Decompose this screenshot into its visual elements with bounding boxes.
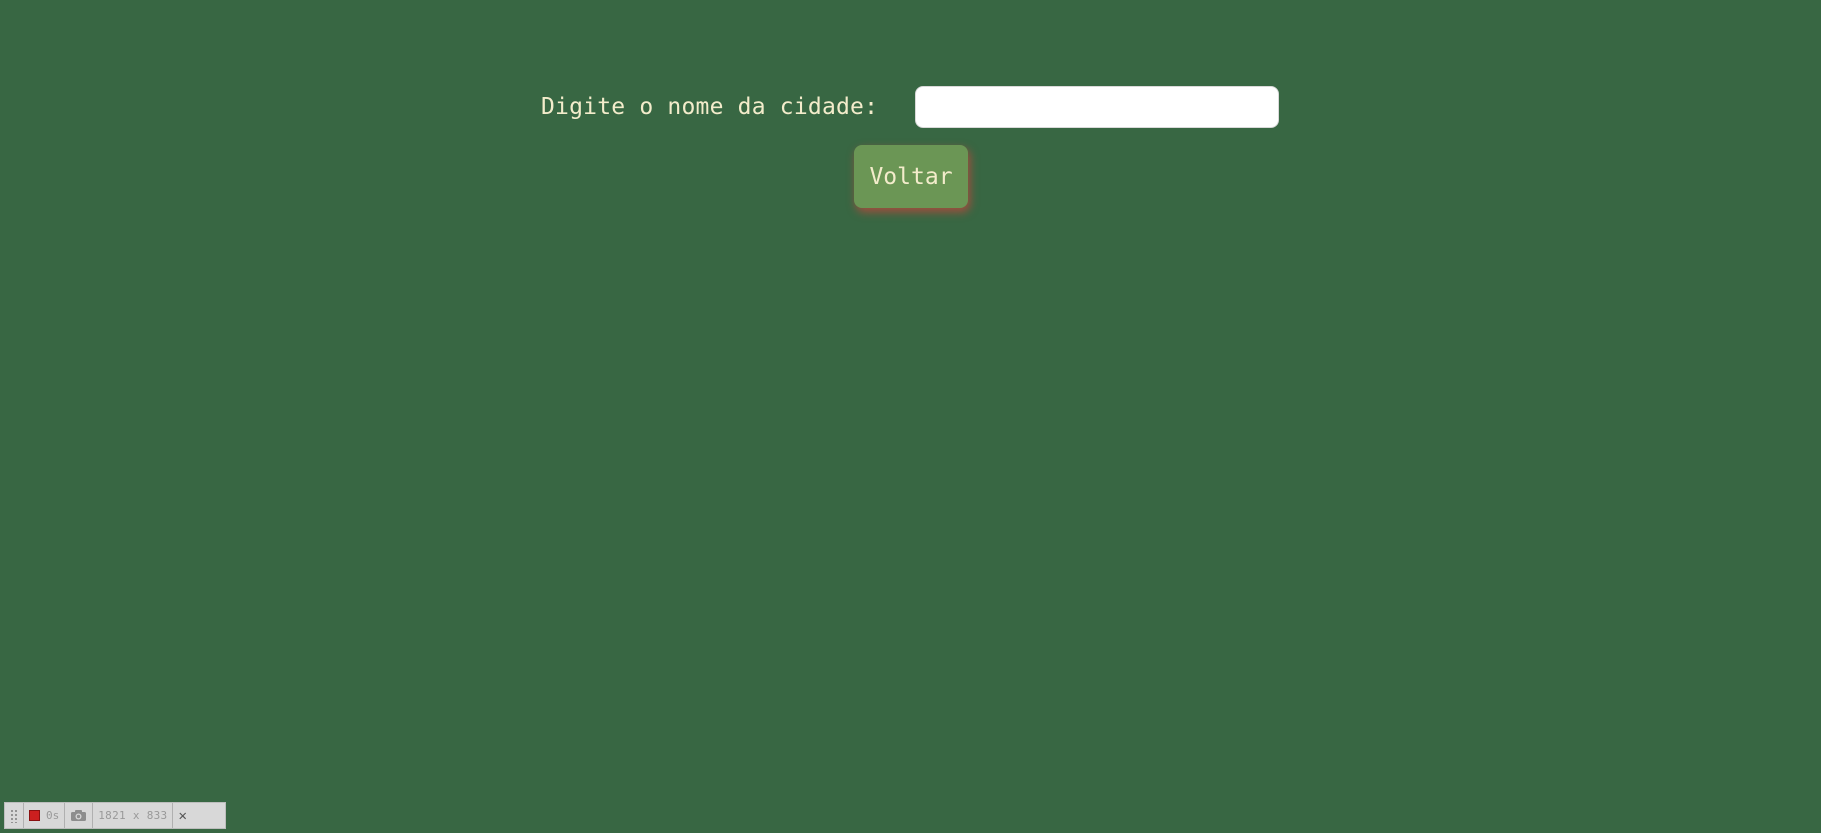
grip-icon [10,808,18,823]
city-form-label-row: Digite o nome da cidade: [541,86,878,128]
camera-icon [70,809,87,822]
debug-toolbar: 0s 1821 x 833 ✕ [4,802,226,829]
viewport-size-text: 1821 x 833 [98,809,168,822]
toolbar-close[interactable]: ✕ [173,803,191,828]
close-icon: ✕ [178,807,187,824]
city-input[interactable] [915,86,1279,128]
toolbar-record[interactable]: 0s [24,803,66,828]
toolbar-size: 1821 x 833 [93,803,174,828]
record-icon [29,810,40,821]
back-button[interactable]: Voltar [854,145,968,208]
timer-text: 0s [46,809,60,822]
toolbar-screenshot[interactable] [65,803,94,828]
city-label: Digite o nome da cidade: [541,94,879,120]
toolbar-grip[interactable] [5,803,24,828]
